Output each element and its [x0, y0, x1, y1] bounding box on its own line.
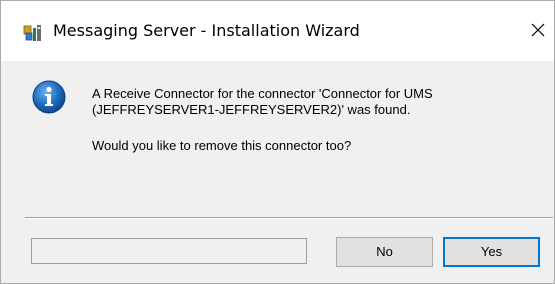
- close-icon[interactable]: [523, 15, 553, 45]
- info-icon: [32, 80, 66, 114]
- yes-button[interactable]: Yes: [443, 237, 540, 267]
- status-field: [31, 238, 307, 264]
- setup-wizard-icon: [23, 25, 41, 41]
- title-bar[interactable]: Messaging Server - Installation Wizard: [1, 1, 554, 61]
- no-button[interactable]: No: [336, 237, 433, 267]
- installation-wizard-dialog: Messaging Server - Installation Wizard A…: [0, 0, 555, 284]
- separator: [25, 217, 553, 219]
- message-line-2: (JEFFREYSERVER1-JEFFREYSERVER2)' was fou…: [92, 102, 411, 117]
- question-text: Would you like to remove this connector …: [92, 138, 352, 153]
- message-line-1: A Receive Connector for the connector 'C…: [92, 86, 433, 101]
- dialog-body: A Receive Connector for the connector 'C…: [1, 61, 554, 283]
- window-title: Messaging Server - Installation Wizard: [53, 21, 360, 40]
